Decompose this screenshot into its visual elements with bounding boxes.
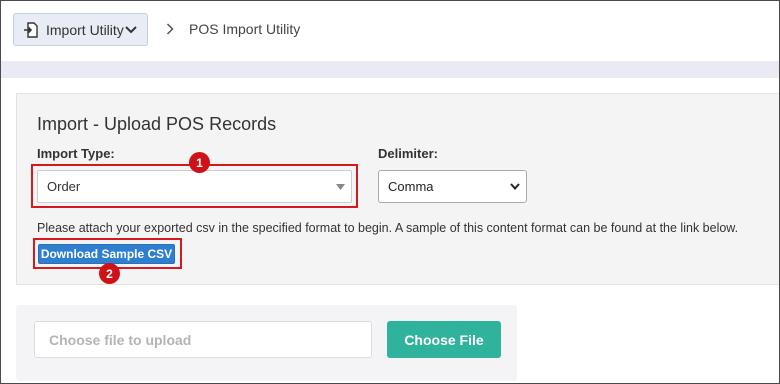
chevron-right-icon [166, 23, 174, 35]
help-text: Please attach your exported csv in the s… [37, 221, 739, 235]
choose-file-button[interactable]: Choose File [387, 321, 501, 358]
chevron-down-icon [125, 25, 137, 33]
breadcrumb-current: POS Import Utility [189, 21, 301, 37]
chevron-down-icon [510, 183, 520, 190]
step-badge-2: 2 [99, 263, 120, 284]
delimiter-select[interactable]: Comma [378, 170, 527, 203]
step-badge-1: 1 [189, 152, 210, 173]
import-type-label: Import Type: [37, 146, 115, 161]
delimiter-value: Comma [388, 179, 434, 194]
module-switcher-button[interactable]: Import Utility [13, 13, 148, 46]
app-frame: Import Utility POS Import Utility Import… [0, 0, 780, 384]
header-divider [1, 61, 779, 78]
import-document-icon [24, 21, 38, 38]
top-bar: Import Utility POS Import Utility [1, 1, 779, 61]
module-switcher-label: Import Utility [46, 21, 124, 38]
delimiter-label: Delimiter: [378, 146, 438, 161]
file-upload-input[interactable]: Choose file to upload [34, 321, 372, 358]
panel-title: Import - Upload POS Records [37, 114, 277, 134]
